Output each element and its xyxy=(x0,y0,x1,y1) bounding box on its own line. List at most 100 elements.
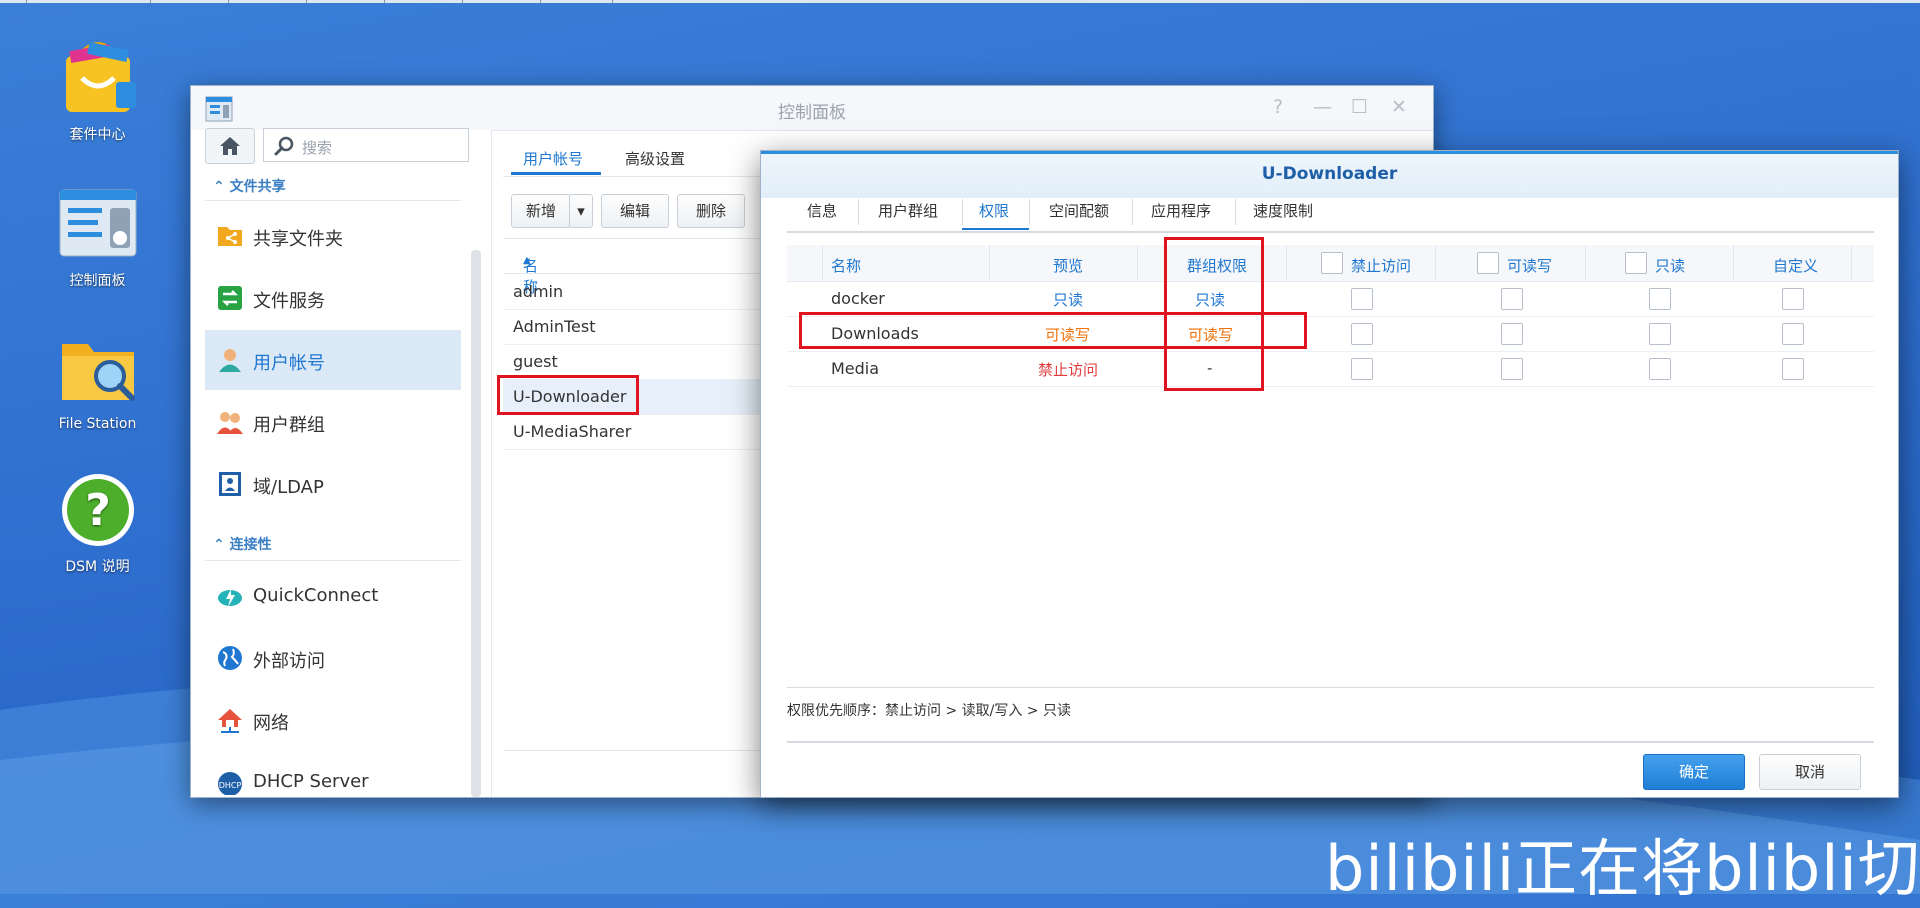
sort-asc-icon: ▲ xyxy=(523,255,531,266)
section-file-sharing[interactable]: ⌃ 文件共享 xyxy=(213,176,286,196)
caret-down-icon: ▾ xyxy=(577,202,585,220)
checkbox-read-write[interactable] xyxy=(1501,358,1523,380)
dialog-title: U-Downloader xyxy=(1261,164,1398,184)
checkbox-read-only[interactable] xyxy=(1649,323,1671,345)
divider xyxy=(503,176,761,177)
window-title: 控制面板 xyxy=(778,103,846,123)
tab-quota[interactable]: 空间配额 xyxy=(1049,200,1109,221)
sidebar-item-network[interactable]: 网络 xyxy=(205,690,461,750)
checkbox-custom[interactable] xyxy=(1782,288,1804,310)
add-button[interactable]: 新增 xyxy=(511,194,571,228)
checkbox-read-only[interactable] xyxy=(1649,288,1671,310)
checkbox-custom[interactable] xyxy=(1782,358,1804,380)
user-icon xyxy=(219,349,241,372)
desktop-icon-file-station[interactable]: File Station xyxy=(40,330,155,432)
sidebar-item-shared-folder[interactable]: 共享文件夹 xyxy=(205,206,461,266)
desktop-icon-control-panel[interactable]: 控制面板 xyxy=(40,184,155,290)
checkbox-read-write[interactable] xyxy=(1501,288,1523,310)
help-icon: ? xyxy=(58,470,138,550)
checkbox-deny[interactable] xyxy=(1351,323,1373,345)
dhcp-icon: DHCP xyxy=(218,772,242,795)
delete-button[interactable]: 删除 xyxy=(677,194,745,228)
desktop-icon-dsm-help[interactable]: ? DSM 说明 xyxy=(40,470,155,576)
sidebar-item-external-access[interactable]: 外部访问 xyxy=(205,628,461,688)
column-header-deny[interactable]: 禁止访问 xyxy=(1351,255,1411,276)
edit-button[interactable]: 编辑 xyxy=(601,194,669,228)
dialog-titlebar: U-Downloader xyxy=(761,151,1898,198)
divider xyxy=(503,750,761,751)
highlight-box-downloads-row xyxy=(799,312,1307,349)
tab-separator xyxy=(1029,199,1030,225)
sidebar-item-user-accounts[interactable]: 用户帐号 xyxy=(205,330,461,390)
tab-user-accounts[interactable]: 用户帐号 xyxy=(523,148,583,169)
shared-folder-icon xyxy=(218,227,242,246)
ldap-icon xyxy=(219,472,241,496)
close-button[interactable]: ✕ xyxy=(1391,96,1407,118)
control-panel-titlebar: 控制面板 ? — ☐ ✕ xyxy=(191,86,1433,131)
sidebar-item-dhcp-server[interactable]: DHCP DHCP Server xyxy=(205,752,461,796)
tab-user-groups[interactable]: 用户群组 xyxy=(878,200,938,221)
tab-speed-limit[interactable]: 速度限制 xyxy=(1253,200,1313,221)
column-header-read-write[interactable]: 可读写 xyxy=(1507,255,1552,276)
section-connectivity[interactable]: ⌃ 连接性 xyxy=(213,534,272,554)
table-row[interactable]: Media 禁止访问 - xyxy=(787,351,1874,387)
add-dropdown-button[interactable]: ▾ xyxy=(569,194,593,228)
column-header-name[interactable]: 名称 ▲ xyxy=(503,238,761,296)
list-item[interactable]: U-MediaSharer xyxy=(503,414,761,450)
tab-separator xyxy=(962,199,963,225)
home-button[interactable] xyxy=(205,128,255,164)
sidebar-item-domain-ldap[interactable]: 域/LDAP xyxy=(205,454,461,514)
checkbox-read-only-all[interactable] xyxy=(1625,252,1647,274)
package-center-icon xyxy=(58,38,138,118)
column-header-read-only[interactable]: 只读 xyxy=(1655,255,1685,276)
checkbox-deny-all[interactable] xyxy=(1321,252,1343,274)
sidebar-item-quickconnect[interactable]: QuickConnect xyxy=(205,566,461,626)
control-panel-icon xyxy=(58,184,138,264)
column-separator xyxy=(1851,245,1852,281)
checkbox-custom[interactable] xyxy=(1782,323,1804,345)
tab-advanced[interactable]: 高级设置 xyxy=(625,148,685,169)
tab-separator xyxy=(858,199,859,225)
checkbox-read-write-all[interactable] xyxy=(1477,252,1499,274)
column-header-preview[interactable]: 预览 xyxy=(1053,255,1083,276)
watermark: bilibili正在将blibli切片 xyxy=(1325,832,1920,905)
cancel-button[interactable]: 取消 xyxy=(1759,754,1861,790)
search-field[interactable]: 搜索 xyxy=(263,128,469,162)
network-icon xyxy=(218,709,242,733)
user-list-panel: 用户帐号 高级设置 新增 ▾ 编辑 删除 名称 ▲ admin AdminTes… xyxy=(497,130,761,797)
maximize-button[interactable]: ☐ xyxy=(1351,96,1368,118)
tab-applications[interactable]: 应用程序 xyxy=(1151,200,1211,221)
divider xyxy=(787,741,1874,743)
column-separator xyxy=(1435,245,1436,281)
sidebar-item-user-groups[interactable]: 用户群组 xyxy=(205,392,461,452)
permission-priority-note: 权限优先顺序：禁止访问 > 读取/写入 > 只读 xyxy=(787,703,1071,719)
minimize-button[interactable]: — xyxy=(1313,96,1332,118)
sidebar: 搜索 ⌃ 文件共享 共享文件夹 文件服务 用户帐号 用户群组 域/LDAP ⌃ … xyxy=(191,128,492,797)
home-icon xyxy=(220,137,240,155)
column-header-name[interactable]: 名称 xyxy=(831,255,861,276)
tab-permissions[interactable]: 权限 xyxy=(979,200,1009,221)
user-edit-dialog: U-Downloader 信息 用户群组 权限 空间配额 应用程序 速度限制 名… xyxy=(760,150,1899,798)
sidebar-scrollbar[interactable] xyxy=(471,250,481,797)
desktop-icon-package-center[interactable]: 套件中心 xyxy=(40,38,155,144)
list-item[interactable]: admin xyxy=(503,274,761,310)
checkbox-deny[interactable] xyxy=(1351,288,1373,310)
divider xyxy=(205,200,461,201)
ok-button[interactable]: 确定 xyxy=(1643,754,1745,790)
checkbox-read-only[interactable] xyxy=(1649,358,1671,380)
column-header-custom[interactable]: 自定义 xyxy=(1773,255,1818,276)
checkbox-deny[interactable] xyxy=(1351,358,1373,380)
divider xyxy=(205,560,461,561)
checkbox-read-write[interactable] xyxy=(1501,323,1523,345)
column-separator xyxy=(1286,245,1287,281)
list-item[interactable]: AdminTest xyxy=(503,309,761,345)
tab-separator xyxy=(1235,199,1236,225)
column-separator xyxy=(989,245,990,281)
column-separator xyxy=(1137,245,1138,281)
help-button[interactable]: ? xyxy=(1273,96,1283,118)
sidebar-item-file-services[interactable]: 文件服务 xyxy=(205,268,461,328)
tab-info[interactable]: 信息 xyxy=(807,200,837,221)
tab-separator xyxy=(1132,199,1133,225)
column-separator xyxy=(1733,245,1734,281)
desktop-icon-label: DSM 说明 xyxy=(65,559,130,575)
